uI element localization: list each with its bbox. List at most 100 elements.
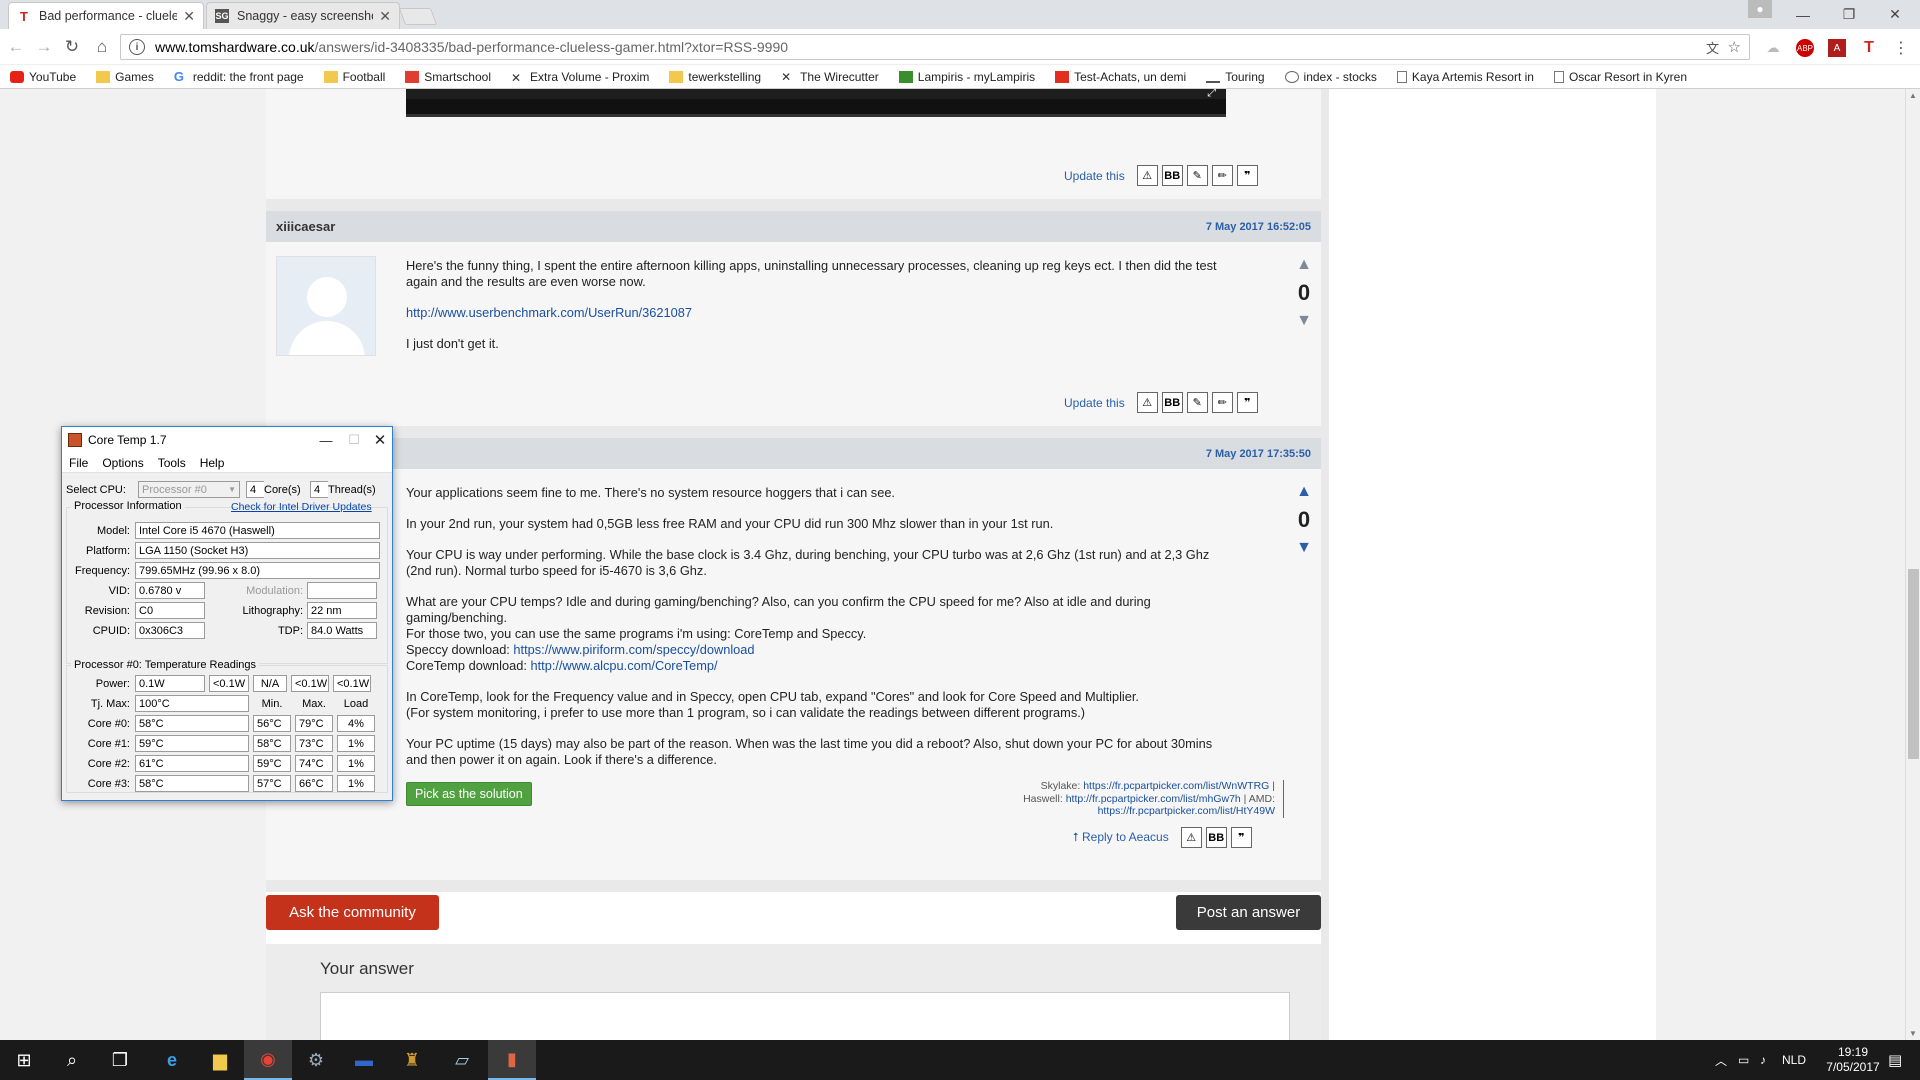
skylake-build-link[interactable]: https://fr.pcpartpicker.com/list/WnWTRG (1083, 780, 1269, 792)
coretemp-taskbar-icon[interactable]: ▮ (488, 1040, 536, 1080)
bookmark-youtube[interactable]: YouTube (10, 70, 76, 84)
chrome-menu-icon[interactable]: ⋮ (1892, 39, 1910, 57)
forward-icon[interactable]: → (34, 37, 54, 57)
bookmark-games[interactable]: Games (96, 70, 154, 84)
userbenchmark-link[interactable]: http://www.userbenchmark.com/UserRun/362… (406, 305, 692, 320)
network-icon[interactable]: ▭ (1738, 1040, 1749, 1080)
bookmark-tewerkstelling[interactable]: tewerkstelling (669, 70, 761, 84)
tomshardware-extension-icon[interactable]: T (1860, 39, 1878, 57)
pdf-extension-icon[interactable]: A (1828, 39, 1846, 57)
minimize-icon[interactable]: — (1780, 0, 1826, 29)
new-tab-button[interactable] (398, 8, 438, 25)
downvote-icon[interactable]: ▼ (1291, 540, 1317, 556)
bookmark-lampiris[interactable]: Lampiris - myLampiris (898, 70, 1035, 84)
bb-code-button[interactable]: BB (1205, 827, 1227, 848)
bb-code-button[interactable]: BB (1161, 165, 1183, 186)
report-icon[interactable]: ⚠ (1136, 392, 1158, 413)
report-icon[interactable]: ⚠ (1136, 165, 1158, 186)
bookmark-index-stocks[interactable]: index - stocks (1284, 70, 1377, 84)
bookmark-football[interactable]: Football (323, 70, 385, 84)
post-answer-button[interactable]: Post an answer (1176, 895, 1321, 930)
ask-community-button[interactable]: Ask the community (266, 895, 439, 930)
chrome-icon[interactable]: ◉ (244, 1040, 292, 1080)
clock[interactable]: 19:19 7/05/2017 (1815, 1040, 1891, 1080)
scroll-up-icon[interactable]: ▲ (1909, 91, 1917, 100)
cloud-extension-icon[interactable]: ☁ (1764, 39, 1782, 57)
scroll-down-icon[interactable]: ▼ (1909, 1029, 1917, 1038)
reply-link[interactable]: ⭡ Reply to Aeacus (1073, 830, 1169, 845)
edge-icon[interactable]: e (148, 1040, 196, 1080)
tray-overflow-icon[interactable]: ︿ (1715, 1040, 1727, 1080)
answer-editor[interactable] (320, 992, 1290, 1040)
minimize-icon[interactable]: — (311, 431, 341, 449)
coretemp-titlebar[interactable]: Core Temp 1.7 — ☐ ✕ (62, 427, 392, 453)
close-window-icon[interactable]: ✕ (1872, 0, 1918, 29)
haswell-build-link[interactable]: http://fr.pcpartpicker.com/list/mhGw7h (1066, 793, 1241, 805)
edit-icon[interactable]: ✎ (1186, 165, 1208, 186)
scroll-thumb[interactable] (1908, 569, 1919, 759)
bookmark-touring[interactable]: Touring (1206, 70, 1265, 84)
volume-icon[interactable]: ♪ (1760, 1040, 1766, 1080)
upvote-icon[interactable]: ▲ (1291, 484, 1317, 500)
update-link[interactable]: Update this (1064, 169, 1125, 183)
edit-icon[interactable]: ✎ (1186, 392, 1208, 413)
adblock-extension-icon[interactable]: ABP (1796, 39, 1814, 57)
quote-icon[interactable]: ❞ (1236, 165, 1258, 186)
bookmark-wirecutter[interactable]: ✕ The Wirecutter (781, 70, 879, 84)
cpu-select-dropdown[interactable]: Processor #0 ▼ (138, 481, 240, 498)
tab-snaggy[interactable]: SG Snaggy - easy screenshot ✕ (206, 2, 400, 29)
menu-help[interactable]: Help (200, 456, 225, 470)
core-max: 66°C (295, 775, 333, 792)
monitor-app-icon[interactable]: ▬ (340, 1040, 388, 1080)
page-scrollbar[interactable]: ▲ ▼ (1905, 89, 1920, 1040)
bookmark-smartschool[interactable]: Smartschool (405, 70, 491, 84)
notes-app-icon[interactable]: ▱ (438, 1040, 486, 1080)
update-link[interactable]: Update this (1064, 396, 1125, 410)
menu-tools[interactable]: Tools (158, 456, 186, 470)
game-app-icon[interactable]: ♜ (388, 1040, 436, 1080)
language-indicator[interactable]: NLD (1770, 1040, 1806, 1080)
amd-build-link[interactable]: https://fr.pcpartpicker.com/list/HtY49W (1098, 805, 1275, 817)
translate-icon[interactable]: 文 (1706, 38, 1719, 57)
restore-icon[interactable]: ❐ (1826, 0, 1872, 29)
search-icon[interactable]: ⌕ (48, 1040, 96, 1080)
upvote-icon[interactable]: ▲ (1291, 257, 1317, 273)
quote-icon[interactable]: ❞ (1230, 827, 1252, 848)
bb-code-button[interactable]: BB (1161, 392, 1183, 413)
reload-icon[interactable]: ↻ (62, 37, 82, 57)
pick-solution-button[interactable]: Pick as the solution (406, 782, 532, 806)
bookmark-kaya-artemis[interactable]: Kaya Artemis Resort in (1396, 70, 1534, 84)
pencil-icon[interactable]: ✏ (1211, 165, 1233, 186)
coretemp-download-link[interactable]: http://www.alcpu.com/CoreTemp/ (530, 658, 717, 673)
pencil-icon[interactable]: ✏ (1211, 392, 1233, 413)
site-info-icon[interactable]: i (129, 39, 145, 55)
bookmark-reddit[interactable]: Greddit: the front page (174, 70, 304, 84)
back-icon[interactable]: ← (6, 37, 26, 57)
bookmark-extra-volume[interactable]: ✕ Extra Volume - Proxim (511, 70, 649, 85)
bookmark-star-icon[interactable]: ☆ (1728, 38, 1741, 56)
downvote-icon[interactable]: ▼ (1291, 313, 1317, 329)
close-window-icon[interactable]: ✕ (365, 431, 395, 449)
speccy-download-link[interactable]: https://www.piriform.com/speccy/download (513, 642, 754, 657)
avatar[interactable] (276, 256, 376, 356)
close-tab-icon[interactable]: ✕ (183, 8, 195, 25)
home-icon[interactable]: ⌂ (92, 37, 112, 57)
task-view-icon[interactable]: ❐ (96, 1040, 144, 1080)
bookmark-oscar-resort[interactable]: Oscar Resort in Kyren (1553, 70, 1687, 84)
quote-icon[interactable]: ❞ (1236, 392, 1258, 413)
driver-update-link[interactable]: Check for Intel Driver Updates (231, 501, 372, 513)
close-tab-icon[interactable]: ✕ (379, 8, 391, 25)
report-icon[interactable]: ⚠ (1180, 827, 1202, 848)
menu-file[interactable]: File (69, 456, 88, 470)
tab-bad-performance[interactable]: T Bad performance - clueless ✕ (8, 2, 204, 29)
address-bar[interactable]: i www.tomshardware.co.uk/answers/id-3408… (120, 34, 1750, 60)
user-profile-icon[interactable]: ● (1748, 0, 1772, 18)
menu-options[interactable]: Options (102, 456, 143, 470)
bookmark-test-achats[interactable]: Test-Achats, un demi (1055, 70, 1186, 84)
file-explorer-icon[interactable]: ▆ (196, 1040, 244, 1080)
post-author[interactable]: xiiicaesar (276, 219, 335, 234)
notifications-icon[interactable]: ▤ (1888, 1040, 1902, 1080)
steam-icon[interactable]: ⚙ (292, 1040, 340, 1080)
expand-icon[interactable]: ⤢ (1207, 89, 1216, 100)
windows-start-icon[interactable]: ⊞ (0, 1040, 48, 1080)
